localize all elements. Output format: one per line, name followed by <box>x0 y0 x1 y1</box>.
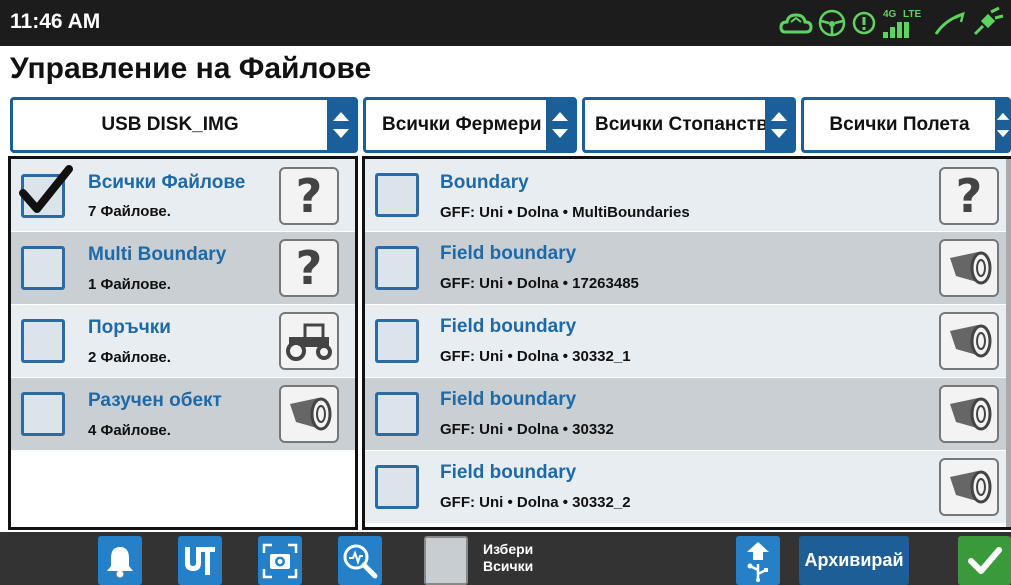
roller-icon <box>950 324 992 358</box>
roller-icon <box>950 470 992 504</box>
file-info: GFF: Uni • Dolna • 17263485 <box>440 275 639 292</box>
satellite-icon <box>973 6 1004 36</box>
select-all-label[interactable]: Избери Всички <box>483 541 533 575</box>
roller-icon <box>290 397 332 431</box>
status-icons: 4G LTE <box>779 4 1005 42</box>
screenshot-button[interactable] <box>258 536 302 585</box>
dropdown-arrows-icon <box>327 100 355 150</box>
category-info-button[interactable] <box>279 385 339 443</box>
file-info: GFF: Uni • Dolna • 30332_2 <box>440 494 631 511</box>
category-name: Multi Boundary <box>88 244 227 265</box>
roller-icon <box>950 251 992 285</box>
file-info: GFF: Uni • Dolna • MultiBoundaries <box>440 204 690 221</box>
category-count: 7 Файлове. <box>88 203 171 220</box>
category-row[interactable]: Multi Boundary 1 Файлове. ? <box>11 232 355 304</box>
file-type-button[interactable] <box>939 385 999 443</box>
question-icon: ? <box>295 241 323 295</box>
category-row[interactable]: Поръчки 2 Файлове. <box>11 305 355 377</box>
page-title: Управление на Файлове <box>10 52 372 85</box>
file-row[interactable]: Field boundary GFF: Uni • Dolna • 30332_… <box>365 305 1011 377</box>
status-bar: 11:46 AM 4G LTE <box>0 0 1011 46</box>
usb-export-button[interactable] <box>736 536 780 585</box>
category-count: 4 Файлове. <box>88 422 171 439</box>
file-row[interactable]: Boundary GFF: Uni • Dolna • MultiBoundar… <box>365 159 1011 231</box>
category-name: Всички Файлове <box>88 172 246 193</box>
dropdown-arrows-icon <box>765 100 793 150</box>
file-checkbox[interactable] <box>375 246 419 290</box>
category-row[interactable]: Разучен обект 4 Файлове. <box>11 378 355 450</box>
clock: 11:46 AM <box>10 10 101 33</box>
file-list: Boundary GFF: Uni • Dolna • MultiBoundar… <box>362 156 1011 530</box>
network-lte: LTE <box>903 9 921 20</box>
file-name: Field boundary <box>440 316 577 337</box>
file-row[interactable]: Field boundary GFF: Uni • Dolna • 172634… <box>365 232 1011 304</box>
file-type-button[interactable] <box>939 312 999 370</box>
confirm-button[interactable] <box>958 536 1011 585</box>
category-row[interactable]: Всички Файлове 7 Файлове. ? <box>11 159 355 231</box>
category-info-button[interactable] <box>279 312 339 370</box>
file-checkbox[interactable] <box>375 465 419 509</box>
diagnostics-icon <box>343 544 378 578</box>
file-name: Boundary <box>440 172 529 193</box>
category-checkbox[interactable] <box>21 319 65 363</box>
question-icon: ? <box>955 169 983 223</box>
category-count: 2 Файлове. <box>88 349 171 366</box>
file-row[interactable]: Field boundary GFF: Uni • Dolna • 30332 <box>365 378 1011 450</box>
dropdown-arrows-icon <box>995 100 1011 150</box>
checkmark-icon <box>967 546 1002 574</box>
farm-dropdown[interactable]: Всички Стопанства <box>582 97 796 153</box>
file-checkbox[interactable] <box>375 392 419 436</box>
select-all-checkbox[interactable] <box>424 536 468 585</box>
category-checkbox[interactable] <box>21 392 65 436</box>
file-info: GFF: Uni • Dolna • 30332_1 <box>440 348 631 365</box>
diagnostics-button[interactable] <box>338 536 382 585</box>
steering-wheel-icon <box>818 9 846 37</box>
farmer-dropdown-label: Всички Фермери <box>382 114 542 135</box>
file-name: Field boundary <box>440 243 577 264</box>
field-dropdown[interactable]: Всички Полета <box>801 97 1011 153</box>
network-type: 4G <box>883 9 897 20</box>
storage-dropdown[interactable]: USB DISK_IMG <box>10 97 358 153</box>
gps-icon <box>934 11 965 35</box>
checkmark-icon <box>19 165 73 213</box>
file-info: GFF: Uni • Dolna • 30332 <box>440 421 614 438</box>
file-type-button[interactable] <box>939 239 999 297</box>
category-info-button[interactable]: ? <box>279 167 339 225</box>
usb-upload-icon <box>747 541 769 582</box>
category-info-button[interactable]: ? <box>279 239 339 297</box>
farmer-dropdown[interactable]: Всички Фермери <box>363 97 577 153</box>
file-checkbox[interactable] <box>375 173 419 217</box>
bottom-toolbar: Избери Всички Архивирай <box>0 532 1011 585</box>
camera-icon <box>262 543 298 578</box>
tractor-icon <box>286 323 332 361</box>
weather-icon <box>779 13 813 34</box>
file-name: Field boundary <box>440 389 577 410</box>
file-row[interactable]: Field boundary GFF: Uni • Dolna • 30332_… <box>365 451 1011 523</box>
file-type-button[interactable]: ? <box>939 167 999 225</box>
category-count: 1 Файлове. <box>88 276 171 293</box>
select-all-line2: Всички <box>483 558 534 574</box>
universal-terminal-button[interactable] <box>178 536 222 585</box>
alarm-button[interactable] <box>98 536 142 585</box>
file-type-button[interactable] <box>939 458 999 516</box>
bell-icon <box>107 546 133 577</box>
category-checkbox[interactable] <box>21 246 65 290</box>
category-list: Всички Файлове 7 Файлове. ? Multi Bounda… <box>8 156 358 530</box>
category-name: Разучен обект <box>88 390 222 411</box>
roller-icon <box>950 397 992 431</box>
scrollbar[interactable] <box>1006 159 1011 527</box>
cellular-signal-icon: 4G LTE <box>883 9 921 38</box>
dropdown-arrows-icon <box>546 100 574 150</box>
file-checkbox[interactable] <box>375 319 419 363</box>
file-name: Field boundary <box>440 462 577 483</box>
alert-icon <box>852 11 876 35</box>
archive-button[interactable]: Архивирай <box>799 536 909 585</box>
select-all-line1: Избери <box>483 541 534 557</box>
category-name: Поръчки <box>88 317 171 338</box>
field-dropdown-label: Всички Полета <box>829 114 970 135</box>
ut-icon <box>185 546 215 575</box>
storage-dropdown-label: USB DISK_IMG <box>101 114 239 135</box>
question-icon: ? <box>295 169 323 223</box>
farm-dropdown-label: Всички Стопанства <box>595 114 765 135</box>
